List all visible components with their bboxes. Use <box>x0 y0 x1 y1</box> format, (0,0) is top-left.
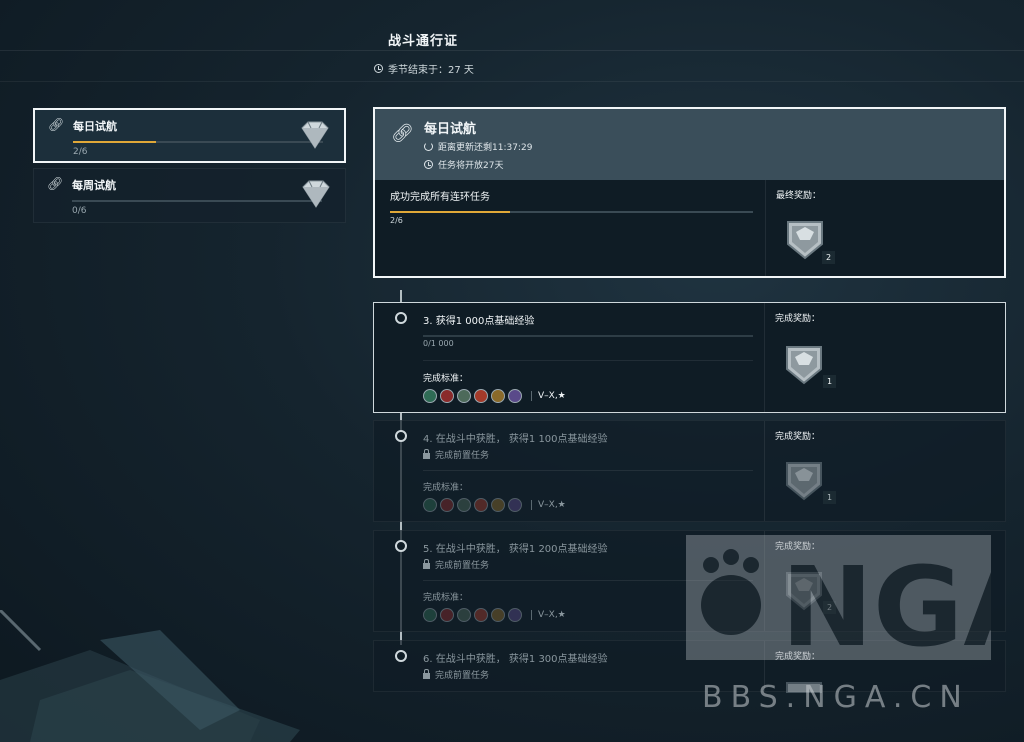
task-title: 6. 在战斗中获胜， 获得1 300点基础经验 <box>423 654 608 665</box>
nation-icon-4 <box>474 608 488 622</box>
criteria-label: 完成标准： <box>423 374 469 384</box>
reward-badge-icon[interactable] <box>781 339 827 385</box>
open-duration: 任务将开放27天 <box>424 158 503 171</box>
season-text: 季节结束于：27 天 <box>388 65 474 76</box>
reward-count: 2 <box>822 251 835 264</box>
criteria-text: V–X,★ <box>531 610 566 620</box>
prerequisite-note: 完成前置任务 <box>423 668 489 681</box>
criteria-label: 完成标准： <box>423 593 469 603</box>
task-reward-label: 完成奖励： <box>775 432 821 442</box>
chain-link-icon: 🔗︎ <box>48 118 65 133</box>
timeline-node <box>395 540 407 552</box>
clock-icon <box>424 160 433 169</box>
quest-progress-text: 0/6 <box>72 206 87 216</box>
detail-description: 成功完成所有连环任务 <box>390 192 490 203</box>
nation-icon-3 <box>457 389 471 403</box>
timeline-node <box>395 430 407 442</box>
nation-icon-1 <box>423 608 437 622</box>
nation-icon-1 <box>423 498 437 512</box>
clock-icon <box>374 64 383 73</box>
reward-count: 1 <box>823 375 836 388</box>
detail-title: 每日试航 <box>424 122 477 137</box>
nation-icon-2 <box>440 608 454 622</box>
quest-progress-text: 2/6 <box>73 147 88 157</box>
criteria-row: V–X,★ <box>423 389 566 403</box>
lock-icon <box>423 669 430 679</box>
nation-icon-5 <box>491 498 505 512</box>
nation-icon-2 <box>440 498 454 512</box>
prerequisite-text: 完成前置任务 <box>435 451 490 461</box>
timeline-node <box>395 650 407 662</box>
nation-icon-6 <box>508 389 522 403</box>
chain-link-icon: 🔗︎ <box>47 177 64 192</box>
nation-icon-4 <box>474 498 488 512</box>
reward-badge-icon[interactable] <box>781 455 827 501</box>
criteria-label: 完成标准： <box>423 483 469 493</box>
map-scroll-decoration <box>0 610 300 742</box>
page-title: 战斗通行证 <box>388 34 459 49</box>
detail-progress-text: 2/6 <box>390 216 403 225</box>
task-reward-label: 完成奖励： <box>775 314 821 324</box>
diamond-icon <box>301 121 329 149</box>
task-progress-text: 0/1 000 <box>423 339 454 348</box>
nga-watermark-logo: NGA <box>686 535 991 660</box>
task-title: 5. 在战斗中获胜， 获得1 200点基础经验 <box>423 544 608 555</box>
nation-icon-1 <box>423 389 437 403</box>
task-progress-bar <box>423 335 753 337</box>
open-text: 任务将开放27天 <box>438 161 504 171</box>
detail-progress-section: 成功完成所有连环任务 2/6 <box>375 180 765 276</box>
task-item[interactable]: 4. 在战斗中获胜， 获得1 100点基础经验 完成前置任务 完成标准： V–X… <box>373 420 1006 522</box>
lock-icon <box>423 559 430 569</box>
detail-progress-bar <box>390 211 753 213</box>
task-title: 3. 获得1 000点基础经验 <box>423 316 535 327</box>
diamond-icon <box>302 180 330 208</box>
quest-progress-bar <box>73 141 323 143</box>
nation-icon-3 <box>457 608 471 622</box>
top-header: 战斗通行证 季节结束于：27 天 <box>0 0 1024 82</box>
quest-progress-bar <box>72 200 322 202</box>
criteria-text: V–X,★ <box>531 391 566 401</box>
reward-count: 1 <box>823 491 836 504</box>
criteria-row: V–X,★ <box>423 498 566 512</box>
nation-icon-2 <box>440 389 454 403</box>
prerequisite-text: 完成前置任务 <box>435 671 490 681</box>
prerequisite-note: 完成前置任务 <box>423 558 489 571</box>
refresh-icon <box>424 142 433 151</box>
quest-name: 每周试航 <box>72 179 116 192</box>
task-title: 4. 在战斗中获胜， 获得1 100点基础经验 <box>423 434 608 445</box>
criteria-row: V–X,★ <box>423 608 566 622</box>
nation-icon-3 <box>457 498 471 512</box>
refresh-timer: 距离更新还剩11:37:29 <box>424 140 532 153</box>
refresh-text: 距离更新还剩11:37:29 <box>438 143 533 153</box>
nation-icon-6 <box>508 608 522 622</box>
chain-link-icon: 🔗︎ <box>391 123 414 144</box>
quest-card-weekly[interactable]: 🔗︎ 每周试航 0/6 <box>33 168 346 223</box>
quest-card-daily[interactable]: 🔗︎ 每日试航 2/6 <box>33 108 346 163</box>
season-timer: 季节结束于：27 天 <box>374 61 474 76</box>
lock-icon <box>423 449 430 459</box>
nation-icon-6 <box>508 498 522 512</box>
nation-icon-4 <box>474 389 488 403</box>
quest-name: 每日试航 <box>73 120 117 133</box>
timeline-node <box>395 312 407 324</box>
detail-header: 🔗︎ 每日试航 距离更新还剩11:37:29 任务将开放27天 <box>375 109 1004 180</box>
nation-icon-5 <box>491 389 505 403</box>
prerequisite-note: 完成前置任务 <box>423 448 489 461</box>
prerequisite-text: 完成前置任务 <box>435 561 490 571</box>
quest-detail-panel: 🔗︎ 每日试航 距离更新还剩11:37:29 任务将开放27天 成功完成所有连环… <box>373 107 1006 278</box>
final-reward-section: 最终奖励： 2 <box>765 180 1004 276</box>
nation-icon-5 <box>491 608 505 622</box>
task-item[interactable]: 3. 获得1 000点基础经验 0/1 000 完成标准： V–X,★ 完成奖励… <box>373 302 1006 413</box>
criteria-text: V–X,★ <box>531 500 566 510</box>
watermark-url: BBS.NGA.CN <box>702 680 970 715</box>
svg-text:NGA: NGA <box>781 543 991 660</box>
final-reward-label: 最终奖励： <box>776 191 822 201</box>
